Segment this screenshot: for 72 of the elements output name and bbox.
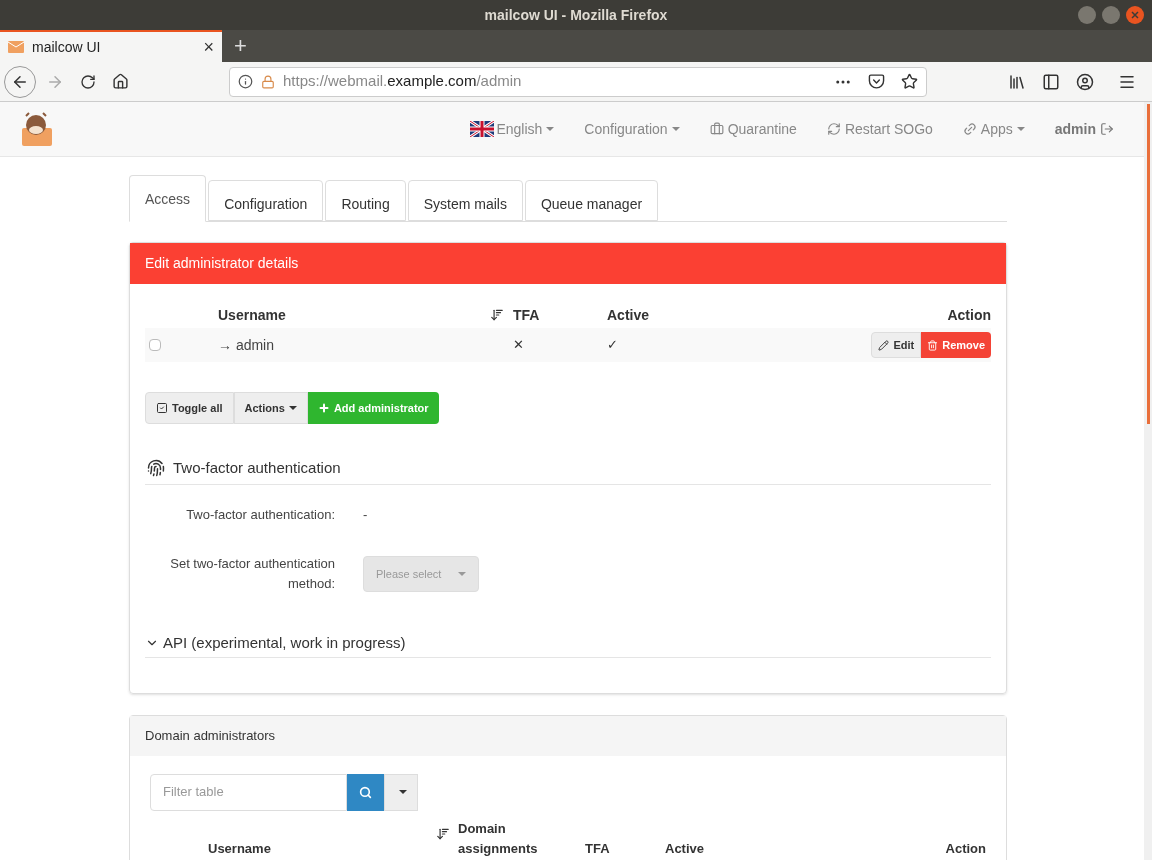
close-icon [1131, 11, 1139, 19]
column-header[interactable]: TFA [513, 304, 607, 326]
caret-icon [458, 572, 466, 576]
pocket-icon[interactable] [868, 73, 885, 90]
trash-icon [927, 339, 939, 351]
table-cell-text: ✕ [513, 336, 525, 355]
panel-title: Domain administrators [145, 726, 276, 745]
sort-icon[interactable] [490, 308, 504, 322]
column-header[interactable]: Active [665, 839, 946, 859]
column-header[interactable]: Username [208, 839, 436, 859]
field-value: - [363, 505, 369, 524]
minimize-button[interactable] [1078, 6, 1096, 24]
library-icon[interactable] [1008, 72, 1026, 91]
checkbox-icon [156, 402, 168, 414]
plus-icon [317, 402, 330, 414]
maximize-button[interactable] [1102, 6, 1120, 24]
pencil-icon [878, 339, 890, 351]
panel-title: Edit administrator details [145, 254, 299, 273]
sort-icon[interactable] [436, 826, 450, 841]
column-header[interactable]: Active [607, 304, 948, 326]
window-title: mailcow UI - Mozilla Firefox [484, 5, 668, 25]
new-tab-button[interactable]: + [222, 30, 259, 62]
tab[interactable]: Access [129, 175, 207, 222]
table-cell-text: → admin [218, 335, 276, 355]
lock-icon [261, 74, 275, 89]
column-header[interactable]: Username [218, 304, 490, 326]
caret-icon [288, 406, 297, 410]
column-header[interactable]: Action [945, 839, 986, 859]
actions-button[interactable]: Actions [233, 392, 308, 424]
reload-button[interactable] [80, 73, 96, 90]
flag-icon [470, 121, 495, 137]
column-header[interactable]: Action [947, 304, 991, 326]
envelope-icon [8, 41, 24, 53]
tab-close-button[interactable]: × [203, 38, 214, 56]
address-bar[interactable]: https://webmail.example.com/admin [229, 66, 927, 97]
caret-icon [546, 127, 555, 131]
bookmark-star-icon[interactable] [901, 73, 918, 90]
tab[interactable]: System mails [407, 180, 523, 221]
table-cell-text: ✓ [607, 336, 619, 355]
column-header[interactable]: Domain assignments [458, 818, 585, 859]
field-label: Two-factor authentication: [185, 505, 335, 524]
logout-icon [1100, 122, 1114, 136]
edit-button[interactable]: Edit [871, 332, 922, 358]
sidebar-icon[interactable] [1042, 72, 1060, 91]
search-button[interactable] [347, 773, 384, 811]
briefcase-icon [709, 122, 724, 136]
fingerprint-icon [147, 459, 165, 478]
tab[interactable]: Queue manager [524, 180, 659, 221]
scrollbar[interactable] [1144, 102, 1152, 860]
refresh-icon [826, 122, 841, 136]
field-label: Set two-factor authentication method: [169, 555, 335, 593]
row-checkbox[interactable] [149, 339, 161, 351]
account-icon[interactable] [1076, 72, 1094, 91]
tab[interactable]: Configuration [208, 180, 324, 221]
nav-link[interactable]: admin [1054, 118, 1114, 140]
column-header[interactable]: TFA [585, 839, 665, 859]
info-icon [238, 74, 253, 89]
home-button[interactable] [112, 73, 129, 90]
toggle-all-button[interactable]: Toggle all [145, 392, 234, 424]
caret-icon [1016, 127, 1025, 131]
search-icon [359, 785, 372, 799]
caret-icon [399, 790, 407, 794]
remove-button[interactable]: Remove [921, 332, 991, 358]
section-title[interactable]: API (experimental, work in progress) [163, 632, 406, 655]
filter-field[interactable]: Filter table [150, 773, 347, 811]
browser-tab[interactable]: mailcow UI × [0, 30, 222, 62]
caret-icon [671, 127, 680, 131]
close-button[interactable] [1126, 6, 1144, 24]
tab-title: mailcow UI [32, 37, 102, 57]
url-text: https://webmail.example.com/admin [283, 71, 523, 92]
tab[interactable]: Routing [325, 180, 406, 221]
section-title: Two-factor authentication [173, 458, 341, 478]
